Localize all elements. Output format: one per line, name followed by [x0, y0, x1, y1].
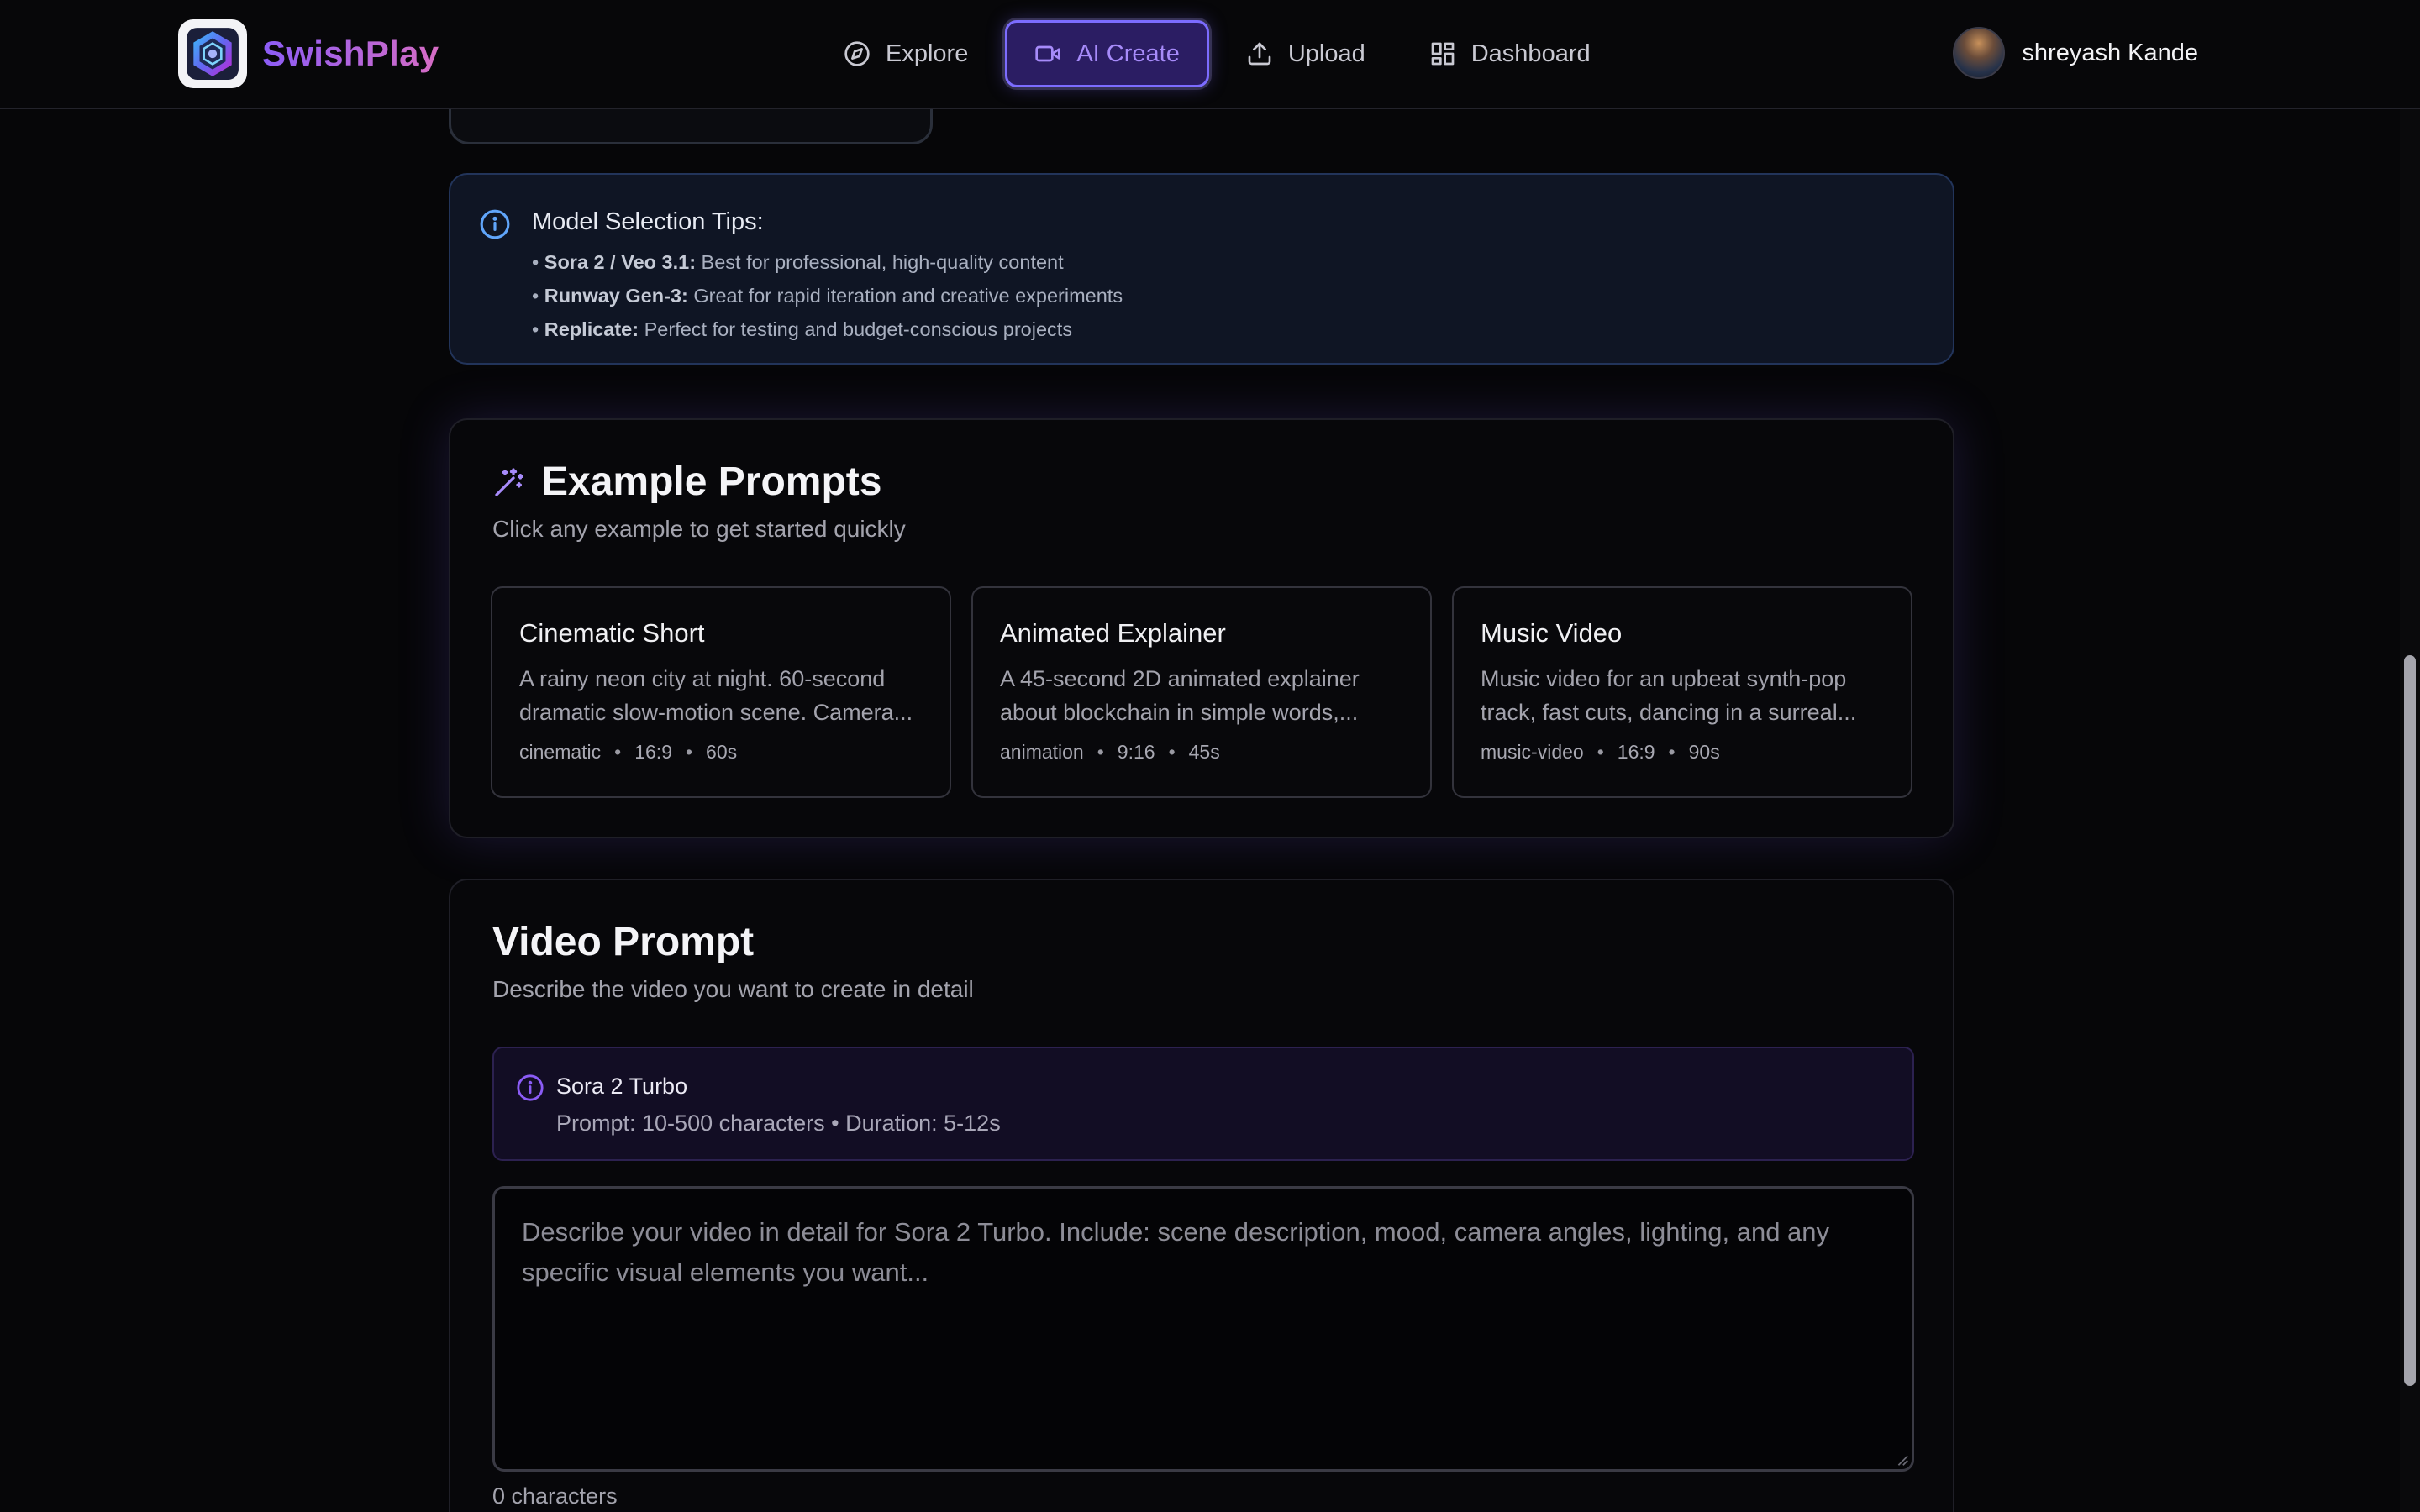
tag-separator: • [1597, 741, 1604, 763]
example-card-title: Cinematic Short [519, 618, 705, 648]
model-selection-tips: Model Selection Tips: • Sora 2 / Veo 3.1… [449, 173, 1954, 365]
example-card-title: Animated Explainer [1000, 618, 1226, 648]
example-card-tags: music-video • 16:9 • 90s [1481, 741, 1884, 764]
nav-dashboard-label: Dashboard [1470, 39, 1591, 67]
video-prompt-title: Video Prompt [492, 920, 755, 964]
brand-logo-link[interactable]: SwishPlay [178, 19, 439, 88]
info-icon [517, 1074, 544, 1101]
example-prompts-header: Example Prompts [492, 459, 881, 505]
tag-aspect-ratio: 16:9 [1617, 741, 1655, 763]
tag-style: animation [1000, 741, 1084, 763]
tip-model: Sora 2 / Veo 3.1: [544, 251, 697, 273]
tip-text: Perfect for testing and budget-conscious… [639, 318, 1073, 340]
page-scrollbar[interactable] [2400, 109, 2420, 1512]
nav-explore-label: Explore [886, 39, 969, 67]
top-navigation-bar: SwishPlay Explore AI Create Upload Dashb… [0, 0, 2420, 109]
nav-explore[interactable]: Explore [817, 20, 995, 87]
scrollbar-thumb[interactable] [2404, 655, 2416, 1386]
tag-separator: • [685, 741, 693, 763]
video-camera-icon [1035, 45, 1060, 62]
nav-ai-create[interactable]: AI Create [1005, 20, 1209, 87]
compass-icon [844, 41, 870, 66]
example-card-cinematic-short[interactable]: Cinematic Short A rainy neon city at nig… [491, 586, 951, 798]
selected-model-limits: Prompt: 10-500 characters • Duration: 5-… [556, 1110, 1001, 1136]
brand-name: SwishPlay [262, 34, 439, 73]
info-icon [480, 209, 510, 239]
tip-model: Runway Gen-3: [544, 285, 688, 307]
tag-separator: • [1668, 741, 1676, 763]
tips-title: Model Selection Tips: [532, 208, 764, 235]
example-card-tags: cinematic • 16:9 • 60s [519, 741, 923, 764]
tag-separator: • [1168, 741, 1176, 763]
dashboard-grid-icon [1431, 42, 1455, 66]
tip-item: • Sora 2 / Veo 3.1: Best for professiona… [532, 245, 1123, 279]
example-prompts-title: Example Prompts [541, 459, 882, 504]
tip-text: Best for professional, high-quality cont… [696, 251, 1064, 273]
tips-list: • Sora 2 / Veo 3.1: Best for professiona… [532, 245, 1123, 346]
example-card-description: A rainy neon city at night. 60-second dr… [519, 666, 913, 725]
nav-ai-create-label: AI Create [1076, 39, 1180, 67]
example-card-description: A 45-second 2D animated explainer about … [1000, 666, 1360, 725]
tip-item: • Runway Gen-3: Great for rapid iteratio… [532, 279, 1123, 312]
video-prompt-section: Video Prompt Describe the video you want… [449, 879, 1954, 1512]
example-card-tags: animation • 9:16 • 45s [1000, 741, 1403, 764]
resize-grip-icon[interactable] [1894, 1452, 1909, 1467]
nav-upload-label: Upload [1287, 39, 1365, 67]
selected-model-info: Sora 2 Turbo Prompt: 10-500 characters •… [492, 1047, 1914, 1161]
selected-model-name: Sora 2 Turbo [556, 1074, 688, 1099]
tag-style: cinematic [519, 741, 602, 763]
tag-duration: 60s [706, 741, 738, 763]
upload-icon [1248, 42, 1271, 66]
avatar [1953, 27, 2006, 79]
tip-bullet: • [532, 318, 539, 340]
tag-style: music-video [1481, 741, 1584, 763]
swishplay-logo-icon [178, 19, 247, 88]
example-prompts-subtitle: Click any example to get started quickly [492, 516, 906, 542]
video-prompt-textarea[interactable] [492, 1186, 1914, 1472]
tip-text: Great for rapid iteration and creative e… [687, 285, 1123, 307]
tip-bullet: • [532, 285, 539, 307]
example-card-title: Music Video [1481, 618, 1623, 648]
tip-item: • Replicate: Perfect for testing and bud… [532, 312, 1123, 346]
example-prompts-section: Example Prompts Click any example to get… [449, 418, 1954, 838]
tag-aspect-ratio: 9:16 [1117, 741, 1155, 763]
tag-duration: 90s [1688, 741, 1720, 763]
tag-aspect-ratio: 16:9 [634, 741, 672, 763]
example-card-description: Music video for an upbeat synth-pop trac… [1481, 666, 1857, 725]
nav-dashboard[interactable]: Dashboard [1402, 20, 1618, 87]
video-prompt-subtitle: Describe the video you want to create in… [492, 976, 974, 1002]
main-nav: Explore AI Create Upload Dashboard [817, 20, 1628, 87]
user-name: shreyash Kande [2022, 39, 2198, 66]
example-card-music-video[interactable]: Music Video Music video for an upbeat sy… [1452, 586, 1912, 798]
tag-separator: • [614, 741, 622, 763]
example-card-animated-explainer[interactable]: Animated Explainer A 45-second 2D animat… [971, 586, 1432, 798]
character-count: 0 characters [492, 1483, 618, 1509]
tag-duration: 45s [1188, 741, 1220, 763]
magic-wand-icon [495, 467, 523, 496]
tag-separator: • [1097, 741, 1104, 763]
nav-upload[interactable]: Upload [1219, 20, 1392, 87]
tip-bullet: • [532, 251, 539, 273]
tip-model: Replicate: [544, 318, 639, 340]
user-menu[interactable]: shreyash Kande [1953, 27, 2198, 79]
